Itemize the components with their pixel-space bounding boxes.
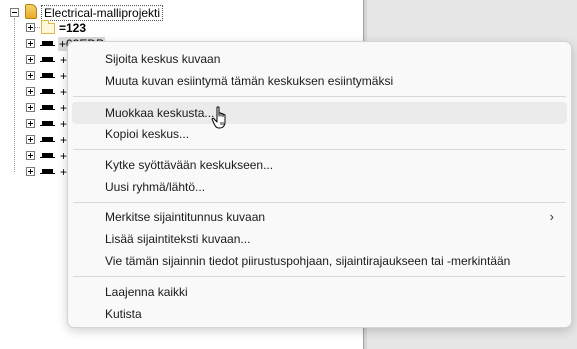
folder-icon — [41, 20, 55, 34]
menu-separator — [73, 202, 566, 203]
menu-item-mark-location-id[interactable]: Merkitse sijaintitunnus kuvaan › — [72, 206, 567, 228]
distribution-center-icon — [40, 88, 55, 96]
expand-icon[interactable] — [26, 87, 35, 96]
center-label[interactable]: + — [60, 117, 67, 131]
expand-icon[interactable] — [26, 71, 35, 80]
chevron-right-icon: › — [549, 209, 554, 224]
menu-item-collapse[interactable]: Kutista — [72, 303, 567, 325]
distribution-center-icon — [40, 104, 55, 112]
expand-icon[interactable] — [26, 151, 35, 160]
center-label[interactable]: + — [60, 53, 67, 67]
tree-guide-line — [14, 18, 15, 172]
project-root-label[interactable]: Electrical-malliprojekti — [41, 5, 164, 21]
expand-icon[interactable] — [26, 135, 35, 144]
expand-icon[interactable] — [26, 119, 35, 128]
menu-item-label: Merkitse sijaintitunnus kuvaan — [105, 210, 266, 224]
menu-item-add-location-text[interactable]: Lisää sijaintiteksti kuvaan... — [72, 228, 567, 250]
distribution-center-icon — [40, 56, 55, 64]
menu-item-copy-center[interactable]: Kopioi keskus... — [72, 123, 567, 145]
folder-label[interactable]: =123 — [59, 21, 86, 35]
menu-item-new-group[interactable]: Uusi ryhmä/lähtö... — [72, 176, 567, 198]
expand-icon[interactable] — [26, 55, 35, 64]
distribution-center-icon — [40, 120, 55, 128]
distribution-center-icon — [40, 168, 55, 176]
project-icon — [25, 4, 37, 19]
tree-guide-line — [35, 27, 40, 28]
context-menu: Sijoita keskus kuvaan Muuta kuvan esiint… — [67, 41, 572, 328]
distribution-center-icon — [40, 136, 55, 144]
collapse-icon[interactable] — [10, 8, 19, 17]
expand-icon[interactable] — [26, 167, 35, 176]
hand-pointer-icon — [211, 106, 226, 129]
expand-icon[interactable] — [26, 39, 35, 48]
menu-item-connect-feeding-center[interactable]: Kytke syöttävään keskukseen... — [72, 154, 567, 176]
center-label[interactable]: + — [60, 69, 67, 83]
center-label[interactable]: + — [60, 101, 67, 115]
expand-icon[interactable] — [26, 103, 35, 112]
center-label[interactable]: + — [60, 165, 67, 179]
distribution-center-icon — [40, 40, 55, 48]
expand-icon[interactable] — [26, 23, 35, 32]
menu-item-edit-center[interactable]: Muokkaa keskusta... — [72, 102, 567, 124]
distribution-center-icon — [40, 152, 55, 160]
menu-item-place-center[interactable]: Sijoita keskus kuvaan — [72, 48, 567, 70]
menu-separator — [73, 96, 566, 97]
menu-item-export-location-data[interactable]: Vie tämän sijainnin tiedot piirustuspohj… — [72, 250, 567, 272]
center-label[interactable]: + — [60, 133, 67, 147]
center-label[interactable]: + — [60, 149, 67, 163]
menu-item-convert-occurrence[interactable]: Muuta kuvan esiintymä tämän keskuksen es… — [72, 70, 567, 92]
menu-separator — [73, 276, 566, 277]
menu-item-expand-all[interactable]: Laajenna kaikki — [72, 281, 567, 303]
center-label[interactable]: + — [60, 85, 67, 99]
menu-separator — [73, 149, 566, 150]
distribution-center-icon — [40, 72, 55, 80]
